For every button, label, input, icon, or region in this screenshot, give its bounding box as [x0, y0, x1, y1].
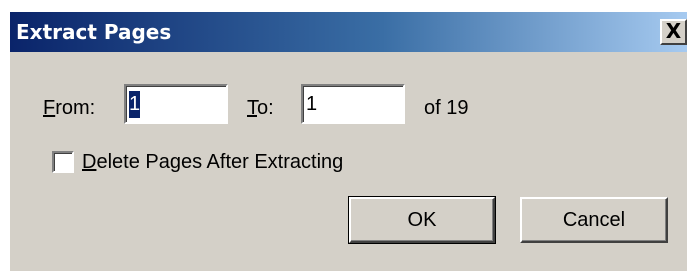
page-count-text: of 19 [424, 97, 469, 119]
cancel-button[interactable]: Cancel [520, 197, 668, 243]
ok-button[interactable]: OK [348, 196, 496, 244]
to-label-mnemonic: T [247, 97, 257, 119]
close-icon: X [665, 19, 682, 43]
to-label: To: [247, 96, 274, 120]
delete-pages-checkbox[interactable] [52, 151, 74, 173]
delete-label-text: elete Pages After Extracting [96, 151, 344, 173]
from-input[interactable] [129, 91, 219, 117]
dialog-title: Extract Pages [16, 20, 172, 44]
from-label-mnemonic: F [43, 97, 56, 119]
from-label: From: [43, 96, 95, 120]
to-input[interactable] [306, 91, 396, 117]
delete-pages-label[interactable]: Delete Pages After Extracting [82, 150, 343, 174]
delete-label-mnemonic: D [82, 151, 97, 173]
to-field[interactable] [301, 84, 405, 124]
title-bar[interactable]: Extract Pages X [10, 12, 687, 52]
extract-pages-dialog: Extract Pages X From: To: of 19 Delete P… [8, 10, 687, 271]
from-field[interactable] [124, 84, 228, 124]
to-label-text: o: [257, 97, 274, 119]
close-button[interactable]: X [660, 19, 687, 45]
from-label-text: rom: [55, 97, 96, 119]
